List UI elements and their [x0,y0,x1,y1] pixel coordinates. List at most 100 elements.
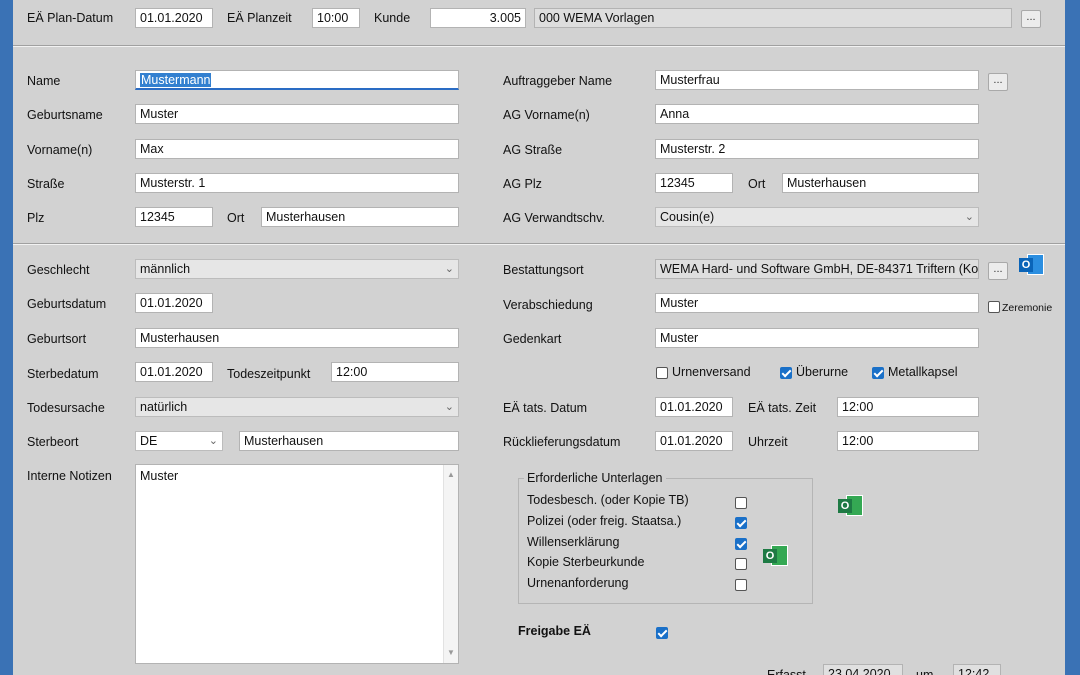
ag-ort-field[interactable]: Musterhausen [782,173,979,193]
ueberurne-label: Überurne [796,365,849,379]
geburtsdatum-field[interactable]: 01.01.2020 [135,293,213,313]
unterlagen-checkbox-polizei[interactable] [735,517,747,529]
unterlagen-label-sterbeurkunde: Kopie Sterbeurkunde [527,555,645,569]
notizen-label: Interne Notizen [27,469,112,483]
sterbeort-country-select[interactable]: DE ⌄ [135,431,223,451]
zeremonie-label: Zeremonie [1002,302,1053,314]
ag-verwandt-value: Cousin(e) [660,210,715,224]
erfasst-time-field: 12:42 [953,664,1001,675]
strasse-field[interactable]: Musterstr. 1 [135,173,459,193]
erfasst-date-field: 23.04.2020 [823,664,903,675]
unterlagen-title: Erforderliche Unterlagen [524,470,666,486]
strasse-label: Straße [27,177,65,191]
name-label: Name [27,74,61,88]
freigabe-label: Freigabe EÄ [518,624,591,638]
window-frame: EÄ Plan-Datum 01.01.2020 EÄ Planzeit 10:… [0,0,1080,675]
ag-strasse-field[interactable]: Musterstr. 2 [655,139,979,159]
sterbeort-field[interactable]: Musterhausen [239,431,459,451]
geburtsdatum-label: Geburtsdatum [27,297,107,311]
urnenversand-checkbox[interactable] [656,367,668,379]
erfasst-um-label: um [916,668,934,675]
geschlecht-label: Geschlecht [27,263,90,277]
unterlagen-label-willenserklaerung: Willenserklärung [527,535,620,549]
outlook-icon[interactable]: O [1019,252,1045,278]
todesursache-select[interactable]: natürlich ⌄ [135,397,459,417]
verabschiedung-field[interactable]: Muster [655,293,979,313]
tats-zeit-label: EÄ tats. Zeit [748,401,817,415]
sterbedatum-field[interactable]: 01.01.2020 [135,362,213,382]
plan-datum-field[interactable]: 01.01.2020 [135,8,213,28]
tats-zeit-field[interactable]: 12:00 [837,397,979,417]
ag-strasse-label: AG Straße [503,143,563,157]
geburtsort-label: Geburtsort [27,332,87,346]
urnenversand-label: Urnenversand [672,365,751,379]
sterbeort-label: Sterbeort [27,435,79,449]
exchange-icon[interactable]: O [763,543,789,569]
ag-lookup-button[interactable]: ... [988,73,1008,91]
ag-vorname-field[interactable]: Anna [655,104,979,124]
planzeit-field[interactable]: 10:00 [312,8,360,28]
separator [13,243,1065,245]
kunde-label: Kunde [374,11,411,25]
ueberurne-checkbox[interactable] [780,367,792,379]
sterbedatum-label: Sterbedatum [27,367,99,381]
bestattungsort-label: Bestattungsort [503,263,584,277]
rueck-datum-field[interactable]: 01.01.2020 [655,431,733,451]
ag-verwandt-label: AG Verwandtschv. [503,211,605,225]
todeszeitpunkt-label: Todeszeitpunkt [227,367,311,381]
form-panel: EÄ Plan-Datum 01.01.2020 EÄ Planzeit 10:… [13,0,1065,675]
uhrzeit-label: Uhrzeit [748,435,788,449]
geburtsort-field[interactable]: Musterhausen [135,328,459,348]
plan-datum-label: EÄ Plan-Datum [27,11,114,25]
ag-plz-label: AG Plz [503,177,542,191]
chevron-down-icon: ⌄ [964,211,974,223]
chevron-down-icon: ⌄ [208,435,218,447]
unterlagen-checkbox-willenserklaerung[interactable] [735,538,747,550]
sterbeort-country-value: DE [140,434,158,448]
kunde-lookup-button[interactable]: ... [1021,10,1041,28]
gedenkart-field[interactable]: Muster [655,328,979,348]
bestattungsort-lookup-button[interactable]: ... [988,262,1008,280]
rueck-label: Rücklieferungsdatum [503,435,621,449]
unterlagen-checkbox-todesbesch[interactable] [735,497,747,509]
uhrzeit-field[interactable]: 12:00 [837,431,979,451]
zeremonie-checkbox[interactable] [988,301,1000,313]
ag-plz-field[interactable]: 12345 [655,173,733,193]
notizen-scrollbar[interactable]: ▲ ▼ [443,465,458,663]
separator [13,45,1065,47]
unterlagen-label-polizei: Polizei (oder freig. Staatsa.) [527,514,682,528]
notizen-textarea[interactable]: Muster ▲ ▼ [135,464,459,664]
plz-label: Plz [27,211,45,225]
ag-name-field[interactable]: Musterfrau [655,70,979,90]
gedenkart-label: Gedenkart [503,332,562,346]
geburtsname-label: Geburtsname [27,108,103,122]
scroll-down-icon[interactable]: ▼ [447,645,455,661]
kunde-name-field: 000 WEMA Vorlagen [534,8,1012,28]
exchange-icon[interactable]: O [838,493,864,519]
todesursache-value: natürlich [140,400,188,414]
unterlagen-checkbox-urnenanforderung[interactable] [735,579,747,591]
geschlecht-select[interactable]: männlich ⌄ [135,259,459,279]
ort-field[interactable]: Musterhausen [261,207,459,227]
ag-verwandt-select[interactable]: Cousin(e) ⌄ [655,207,979,227]
name-field[interactable]: Mustermann [135,70,459,90]
kunde-number-field[interactable]: 3.005 [430,8,526,28]
geburtsname-field[interactable]: Muster [135,104,459,124]
tats-datum-label: EÄ tats. Datum [503,401,588,415]
bestattungsort-field: WEMA Hard- und Software GmbH, DE-84371 T… [655,259,979,279]
freigabe-checkbox[interactable] [656,627,668,639]
todeszeitpunkt-field[interactable]: 12:00 [331,362,459,382]
unterlagen-checkbox-sterbeurkunde[interactable] [735,558,747,570]
scroll-up-icon[interactable]: ▲ [447,467,455,483]
geschlecht-value: männlich [140,262,191,276]
metallkapsel-checkbox[interactable] [872,367,884,379]
plz-field[interactable]: 12345 [135,207,213,227]
planzeit-label: EÄ Planzeit [227,11,292,25]
vorname-field[interactable]: Max [135,139,459,159]
unterlagen-label-urnenanforderung: Urnenanforderung [527,576,629,590]
tats-datum-field[interactable]: 01.01.2020 [655,397,733,417]
chevron-down-icon: ⌄ [444,263,454,275]
metallkapsel-label: Metallkapsel [888,365,958,379]
unterlagen-label-todesbesch: Todesbesch. (oder Kopie TB) [527,493,689,507]
verabschiedung-label: Verabschiedung [503,298,593,312]
